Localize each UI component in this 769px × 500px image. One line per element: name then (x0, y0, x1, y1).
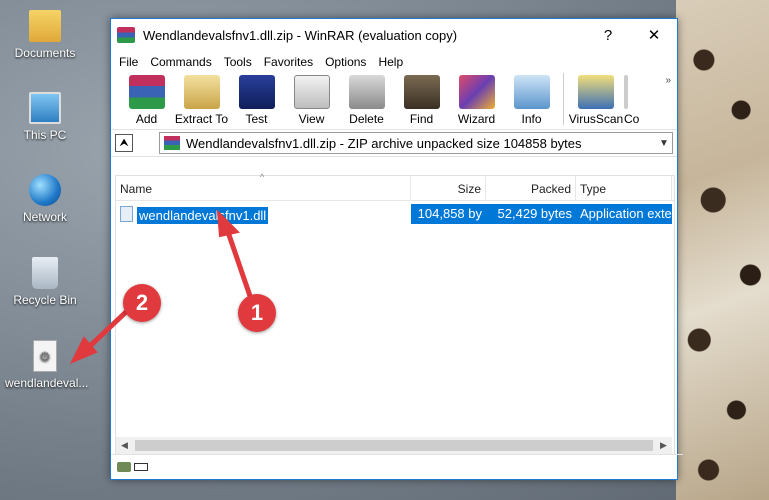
arrow-2-shaft (87, 309, 129, 349)
arrow-1-shaft (225, 229, 253, 299)
step-badge-1: 1 (238, 294, 276, 332)
step-badge-2: 2 (123, 284, 161, 322)
arrow-1-head (216, 209, 240, 238)
annotation-arrows (69, 209, 253, 364)
